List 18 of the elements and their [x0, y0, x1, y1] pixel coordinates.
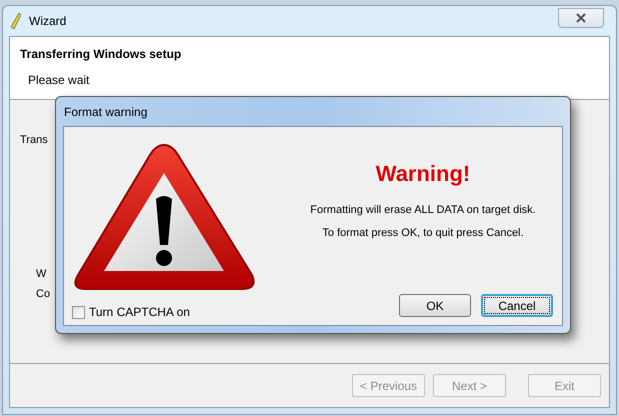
warning-message: To format press OK, to quit press Cancel. — [322, 226, 524, 240]
dialog-button[interactable]: OK — [399, 294, 471, 317]
close-icon — [576, 13, 586, 23]
header-title: Transferring Windows setup — [20, 46, 182, 63]
close-button[interactable] — [558, 8, 604, 28]
header-subtitle: Please wait — [27, 72, 90, 89]
dialog-title: Format warning — [64, 104, 148, 120]
window-title: Wizard — [29, 13, 66, 30]
checkbox-label: Turn CAPTCHA on — [89, 304, 190, 321]
warning-icon — [72, 141, 257, 293]
body-text: Co — [36, 287, 50, 302]
body-text: Trans — [20, 133, 48, 148]
checkbox[interactable] — [72, 306, 85, 318]
warning-heading: Warning! — [376, 160, 470, 188]
dialog-button[interactable]: Cancel — [481, 294, 553, 317]
pencil-icon — [11, 13, 21, 29]
warning-message: Formatting will erase ALL DATA on target disk. — [310, 203, 536, 218]
body-text: W — [36, 267, 46, 282]
